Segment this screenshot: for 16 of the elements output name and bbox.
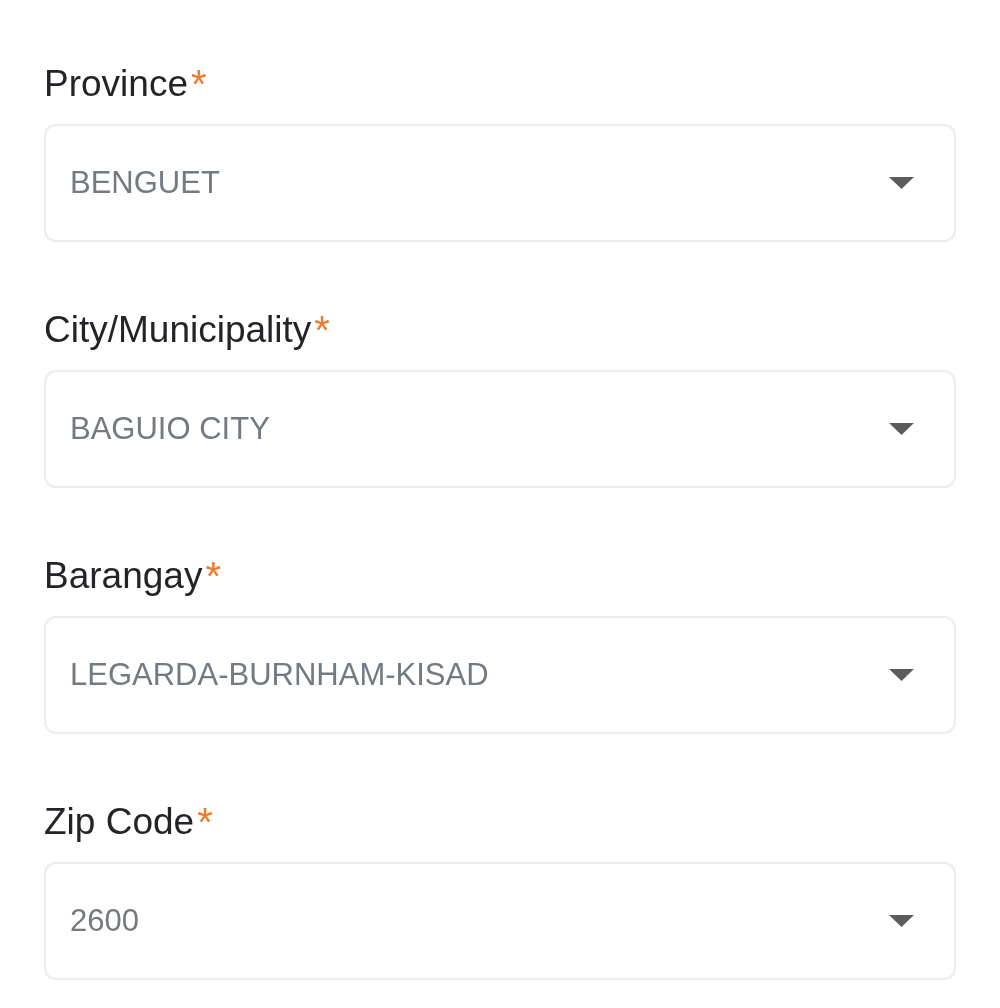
required-asterisk: * [197,802,213,842]
required-asterisk: * [205,556,221,596]
dropdown-field[interactable]: BENGUET [44,124,956,242]
required-asterisk: * [190,64,207,104]
field-label: City/Municipality [44,308,312,352]
field-label: Zip Code [44,800,195,844]
dropdown-field[interactable]: 2600 [44,862,956,980]
dropdown-field[interactable]: LEGARDA-BURNHAM-KISAD [44,616,956,734]
field-label: Province [44,62,188,106]
caret-down-icon [889,423,914,435]
caret-down-icon [889,915,914,927]
required-asterisk: * [314,310,330,350]
caret-down-icon [889,177,914,189]
field-label: Barangay [44,554,203,598]
caret-down-icon [889,669,914,681]
dropdown-field[interactable]: BAGUIO CITY [44,370,956,488]
